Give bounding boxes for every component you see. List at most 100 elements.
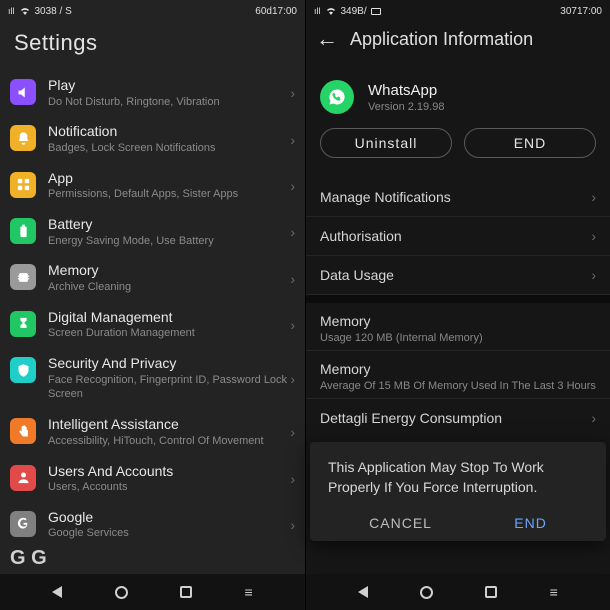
settings-list: Play Do Not Disturb, Ringtone, Vibration… (0, 70, 305, 548)
row-sub: Google Services (48, 526, 290, 541)
nav-bar-right: ≡ (306, 574, 610, 610)
row-sub: Badges, Lock Screen Notifications (48, 141, 290, 156)
nav-more-icon[interactable]: ≡ (550, 584, 558, 600)
google-icon (10, 511, 36, 537)
app-version: Version 2.19.98 (368, 101, 444, 113)
row-title: Intelligent Assistance (48, 416, 290, 434)
battery-icon (10, 218, 36, 244)
nav-recent-icon[interactable] (485, 586, 497, 598)
sidebar-item-google[interactable]: Google Google Services › (0, 502, 305, 548)
row-memory-usage[interactable]: Memory Average Of 15 MB Of Memory Used I… (306, 351, 610, 399)
dialog-confirm-button[interactable]: END (514, 515, 547, 531)
row-sub: Screen Duration Management (48, 326, 290, 341)
row-title: Security And Privacy (48, 355, 290, 373)
chevron-right-icon: › (290, 224, 295, 240)
header: ← Application Information (306, 22, 610, 64)
sidebar-item-memory[interactable]: Memory Archive Cleaning › (0, 255, 305, 301)
shield-icon (10, 357, 36, 383)
chevron-right-icon: › (290, 85, 295, 101)
uninstall-button[interactable]: Uninstall (320, 128, 452, 158)
dialog-message: This Application May Stop To Work Proper… (328, 458, 588, 497)
sidebar-item-intelligent[interactable]: Intelligent Assistance Accessibility, Hi… (0, 409, 305, 455)
row-title: Play (48, 77, 290, 95)
sidebar-item-digital[interactable]: Digital Management Screen Duration Manag… (0, 302, 305, 348)
row-title: Digital Management (48, 309, 290, 327)
user-icon (10, 465, 36, 491)
row-title: Google (48, 509, 290, 527)
bell-icon (10, 125, 36, 151)
nav-back-icon[interactable] (52, 586, 62, 598)
settings-pane: ıll 3038 / S 60d17:00 Settings Play Do N… (0, 0, 305, 610)
cellular-signal-icon: ıll (8, 6, 15, 16)
row-label: Data Usage (320, 267, 591, 283)
nav-more-icon[interactable]: ≡ (244, 584, 252, 600)
sidebar-item-app[interactable]: App Permissions, Default Apps, Sister Ap… (0, 163, 305, 209)
speaker-icon (10, 79, 36, 105)
row-sub: Users, Accounts (48, 480, 290, 495)
watermark: G G (10, 547, 47, 570)
status-left-text: 349B/ (341, 6, 367, 17)
row-data-usage[interactable]: Data Usage › (306, 256, 610, 295)
chevron-right-icon: › (290, 371, 295, 387)
row-sub: Permissions, Default Apps, Sister Apps (48, 187, 290, 202)
hourglass-icon (10, 311, 36, 337)
nav-back-icon[interactable] (358, 586, 368, 598)
status-right-text: 60d17:00 (255, 6, 297, 17)
wifi-icon (19, 5, 31, 18)
row-sub: Archive Cleaning (48, 280, 290, 295)
row-label: Manage Notifications (320, 189, 591, 205)
row-sub: Average Of 15 MB Of Memory Used In The L… (320, 380, 596, 392)
row-sub: Usage 120 MB (Internal Memory) (320, 332, 596, 344)
whatsapp-icon (320, 80, 354, 114)
row-title: Memory (48, 262, 290, 280)
app-header: WhatsApp Version 2.19.98 (306, 64, 610, 128)
cellular-signal-icon: ıll (314, 6, 321, 16)
force-stop-dialog: This Application May Stop To Work Proper… (310, 442, 606, 541)
chevron-right-icon: › (290, 178, 295, 194)
header-title: Application Information (350, 29, 533, 50)
row-sub: Energy Saving Mode, Use Battery (48, 234, 290, 249)
row-title: Users And Accounts (48, 463, 290, 481)
chevron-right-icon: › (290, 424, 295, 440)
sidebar-item-play[interactable]: Play Do Not Disturb, Ringtone, Vibration… (0, 70, 305, 116)
status-bar-left: ıll 3038 / S 60d17:00 (0, 0, 305, 22)
card-icon (371, 8, 381, 15)
sidebar-item-battery[interactable]: Battery Energy Saving Mode, Use Battery … (0, 209, 305, 255)
row-title: Memory (320, 313, 596, 329)
row-sub: Do Not Disturb, Ringtone, Vibration (48, 95, 290, 110)
chevron-right-icon: › (290, 132, 295, 148)
nav-home-icon[interactable] (115, 586, 128, 599)
chevron-right-icon: › (290, 271, 295, 287)
row-title: Memory (320, 361, 596, 377)
row-label: Dettagli Energy Consumption (320, 410, 591, 426)
row-energy[interactable]: Dettagli Energy Consumption › (306, 399, 610, 437)
row-title: App (48, 170, 290, 188)
row-sub: Face Recognition, Fingerprint ID, Passwo… (48, 373, 290, 403)
chevron-right-icon: › (591, 267, 596, 283)
memory-icon (10, 264, 36, 290)
row-sub: Accessibility, HiTouch, Control Of Movem… (48, 434, 290, 449)
back-arrow-icon[interactable]: ← (316, 26, 338, 52)
status-right-text: 30717:00 (560, 6, 602, 17)
row-manage-notifications[interactable]: Manage Notifications › (306, 178, 610, 217)
chevron-right-icon: › (290, 517, 295, 533)
nav-home-icon[interactable] (420, 586, 433, 599)
wifi-icon (325, 5, 337, 18)
chevron-right-icon: › (591, 410, 596, 426)
sidebar-item-security[interactable]: Security And Privacy Face Recognition, F… (0, 348, 305, 409)
nav-bar-left: ≡ (0, 574, 305, 610)
end-button[interactable]: END (464, 128, 596, 158)
row-label: Authorisation (320, 228, 591, 244)
nav-recent-icon[interactable] (180, 586, 192, 598)
row-memory-storage[interactable]: Memory Usage 120 MB (Internal Memory) (306, 303, 610, 351)
sidebar-item-notification[interactable]: Notification Badges, Lock Screen Notific… (0, 116, 305, 162)
page-title: Settings (0, 22, 305, 70)
row-authorisation[interactable]: Authorisation › (306, 217, 610, 256)
status-left-text: 3038 / S (35, 6, 72, 17)
chevron-right-icon: › (290, 471, 295, 487)
status-bar-right: ıll 349B/ 30717:00 (306, 0, 610, 22)
dialog-cancel-button[interactable]: CANCEL (369, 515, 432, 531)
sidebar-item-users[interactable]: Users And Accounts Users, Accounts › (0, 456, 305, 502)
app-name: WhatsApp (368, 82, 444, 99)
chevron-right-icon: › (591, 189, 596, 205)
